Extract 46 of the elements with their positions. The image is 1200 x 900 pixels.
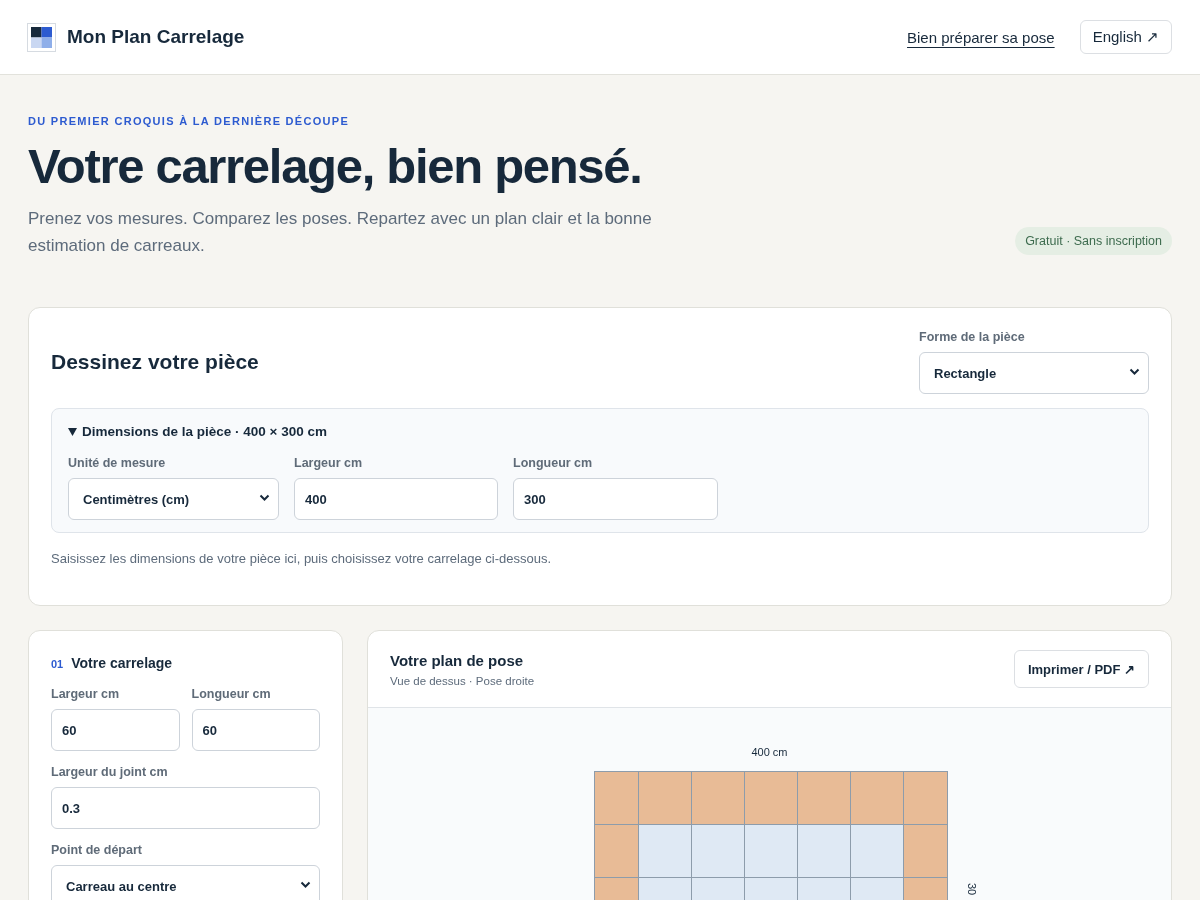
- edge-tile: [593, 877, 639, 900]
- field-label: Point de départ: [51, 843, 143, 857]
- chevron-down-icon: [1129, 368, 1140, 376]
- field-label: Largeur du joint cm: [51, 765, 169, 779]
- height-dimension-label: 30: [965, 883, 978, 896]
- start-point-select[interactable]: Carreau au centre: [51, 865, 320, 900]
- intro-text: Prenez vos mesures. Comparez les poses. Repartez avec un plan clair et la bonne estimation de carreaux.: [28, 208, 653, 257]
- joint-width-input[interactable]: 0.3: [51, 787, 320, 829]
- squares-logo-icon: [27, 22, 56, 52]
- edge-tile: [593, 771, 639, 825]
- tile-width-input[interactable]: 60: [51, 709, 180, 751]
- field-label: Longueur cm: [513, 456, 594, 470]
- edge-tile: [849, 771, 904, 825]
- page-title: Votre carrelage, bien pensé.: [28, 138, 643, 194]
- guide-link[interactable]: Bien préparer sa pose: [907, 28, 1055, 46]
- plan-subtitle: Vue de dessus · Pose droite: [390, 674, 535, 687]
- chevron-down-icon: [259, 494, 270, 502]
- field-label: Largeur cm: [294, 456, 364, 470]
- eyebrow-text: DU PREMIER CROQUIS À LA DERNIÈRE DÉCOUPE: [28, 115, 351, 127]
- width-input[interactable]: 400: [294, 478, 498, 520]
- edge-tile: [743, 771, 798, 825]
- field-label: Largeur cm: [51, 687, 121, 701]
- field-label: Longueur cm: [191, 687, 272, 701]
- step-number: 01: [51, 658, 64, 670]
- field-label: Unité de mesure: [68, 456, 167, 470]
- dimensions-summary[interactable]: Dimensions de la pièce · 400 × 300 cm: [68, 424, 1132, 439]
- chevron-down-icon: [300, 881, 311, 889]
- language-button[interactable]: English ↗: [1079, 20, 1172, 54]
- edge-tile: [637, 771, 692, 825]
- edge-tile: [902, 771, 948, 825]
- tile-length-input[interactable]: 60: [191, 709, 320, 751]
- edge-tile: [690, 771, 745, 825]
- print-button[interactable]: Imprimer / PDF ↗: [1013, 650, 1149, 688]
- card-title: Votre carrelage: [71, 655, 173, 671]
- help-text: Saisissez les dimensions de votre pièce ici, puis choisissez votre carrelage ci-dessous.: [51, 551, 552, 566]
- width-dimension-label: 400 cm: [751, 746, 788, 758]
- card-title: Dessinez votre pièce: [51, 350, 259, 374]
- shape-select[interactable]: Rectangle: [919, 352, 1149, 394]
- field-label: Forme de la pièce: [919, 330, 1026, 344]
- edge-tile: [796, 771, 851, 825]
- free-badge: Gratuit · Sans inscription: [1015, 227, 1172, 255]
- card-title: Votre plan de pose: [390, 651, 525, 669]
- edge-tile: [902, 877, 948, 900]
- unit-select[interactable]: Centimètres (cm): [68, 478, 279, 520]
- length-input[interactable]: 300: [513, 478, 718, 520]
- brand-name: Mon Plan Carrelage: [67, 26, 245, 48]
